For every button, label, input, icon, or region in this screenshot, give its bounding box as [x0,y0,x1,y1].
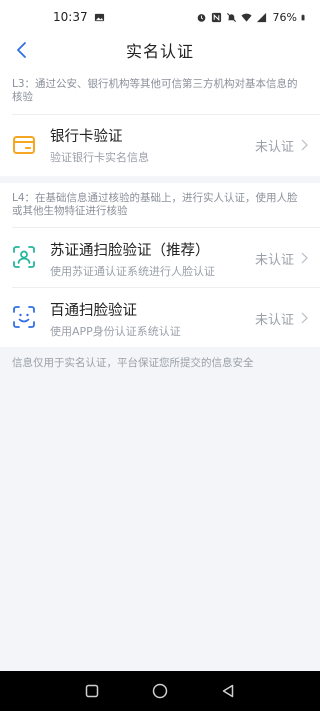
status-label: 未认证 [254,140,294,155]
chevron-right-icon [301,312,308,324]
baitong-face-verify-row[interactable]: 百通扫脸验证 使用APP身份认证系统认证 未认证 [0,287,320,347]
system-back-button[interactable] [219,682,237,700]
recents-square-icon [85,684,99,698]
home-circle-icon [152,683,168,699]
section-l3: L3：通过公安、银行机构等其他可信第三方机构对基本信息的核验 银行卡验证 验证银… [0,66,320,176]
row-subtitle: 使用APP身份认证系统认证 [50,325,181,338]
battery-level: 76% [272,10,297,24]
page-title: 实名认证 [125,42,194,61]
chevron-right-icon [301,139,308,151]
chevron-left-icon [17,42,26,58]
row-title: 苏证通扫脸验证（推荐） [50,243,210,259]
alarm-icon [197,13,205,22]
row-subtitle: 验证银行卡实名信息 [50,151,149,164]
chevron-right-icon [301,252,308,264]
face-scan-user-icon [13,246,35,268]
privacy-note: 信息仅用于实名认证，平台保证您所提交的信息安全 [12,357,254,369]
bank-card-verify-row[interactable]: 银行卡验证 验证银行卡实名信息 未认证 [0,114,320,176]
signal-icon [256,12,266,22]
status-label: 未认证 [254,313,294,328]
status-bar: 10:37 76% [0,0,320,34]
wifi-icon [241,13,252,22]
mute-icon [226,12,236,22]
l4-description: L4：在基础信息通过核验的基础上，进行实人认证，使用人脸或其他生物特征进行核验 [12,192,298,217]
battery-icon [301,14,305,20]
system-navigation-bar [0,671,320,711]
row-subtitle: 使用苏证通认证系统进行人脸认证 [50,265,215,278]
navigation-bar: 实名认证 [0,34,320,66]
row-title: 银行卡验证 [50,129,123,145]
bank-card-icon [13,136,35,154]
nfc-icon [211,12,221,22]
face-scan-smile-icon [13,306,35,328]
row-title: 百通扫脸验证 [50,303,137,319]
back-button[interactable] [10,39,32,61]
l3-description: L3：通过公安、银行机构等其他可信第三方机构对基本信息的核验 [12,78,298,103]
back-triangle-icon [222,684,234,698]
image-icon [94,13,104,21]
recents-button[interactable] [83,682,101,700]
status-label: 未认证 [254,253,294,268]
suzhengtong-face-verify-row[interactable]: 苏证通扫脸验证（推荐） 使用苏证通认证系统进行人脸认证 未认证 [0,227,320,287]
status-time: 10:37 [53,10,88,24]
section-l4: L4：在基础信息通过核验的基础上，进行实人认证，使用人脸或其他生物特征进行核验 … [0,183,320,347]
home-button[interactable] [151,682,169,700]
